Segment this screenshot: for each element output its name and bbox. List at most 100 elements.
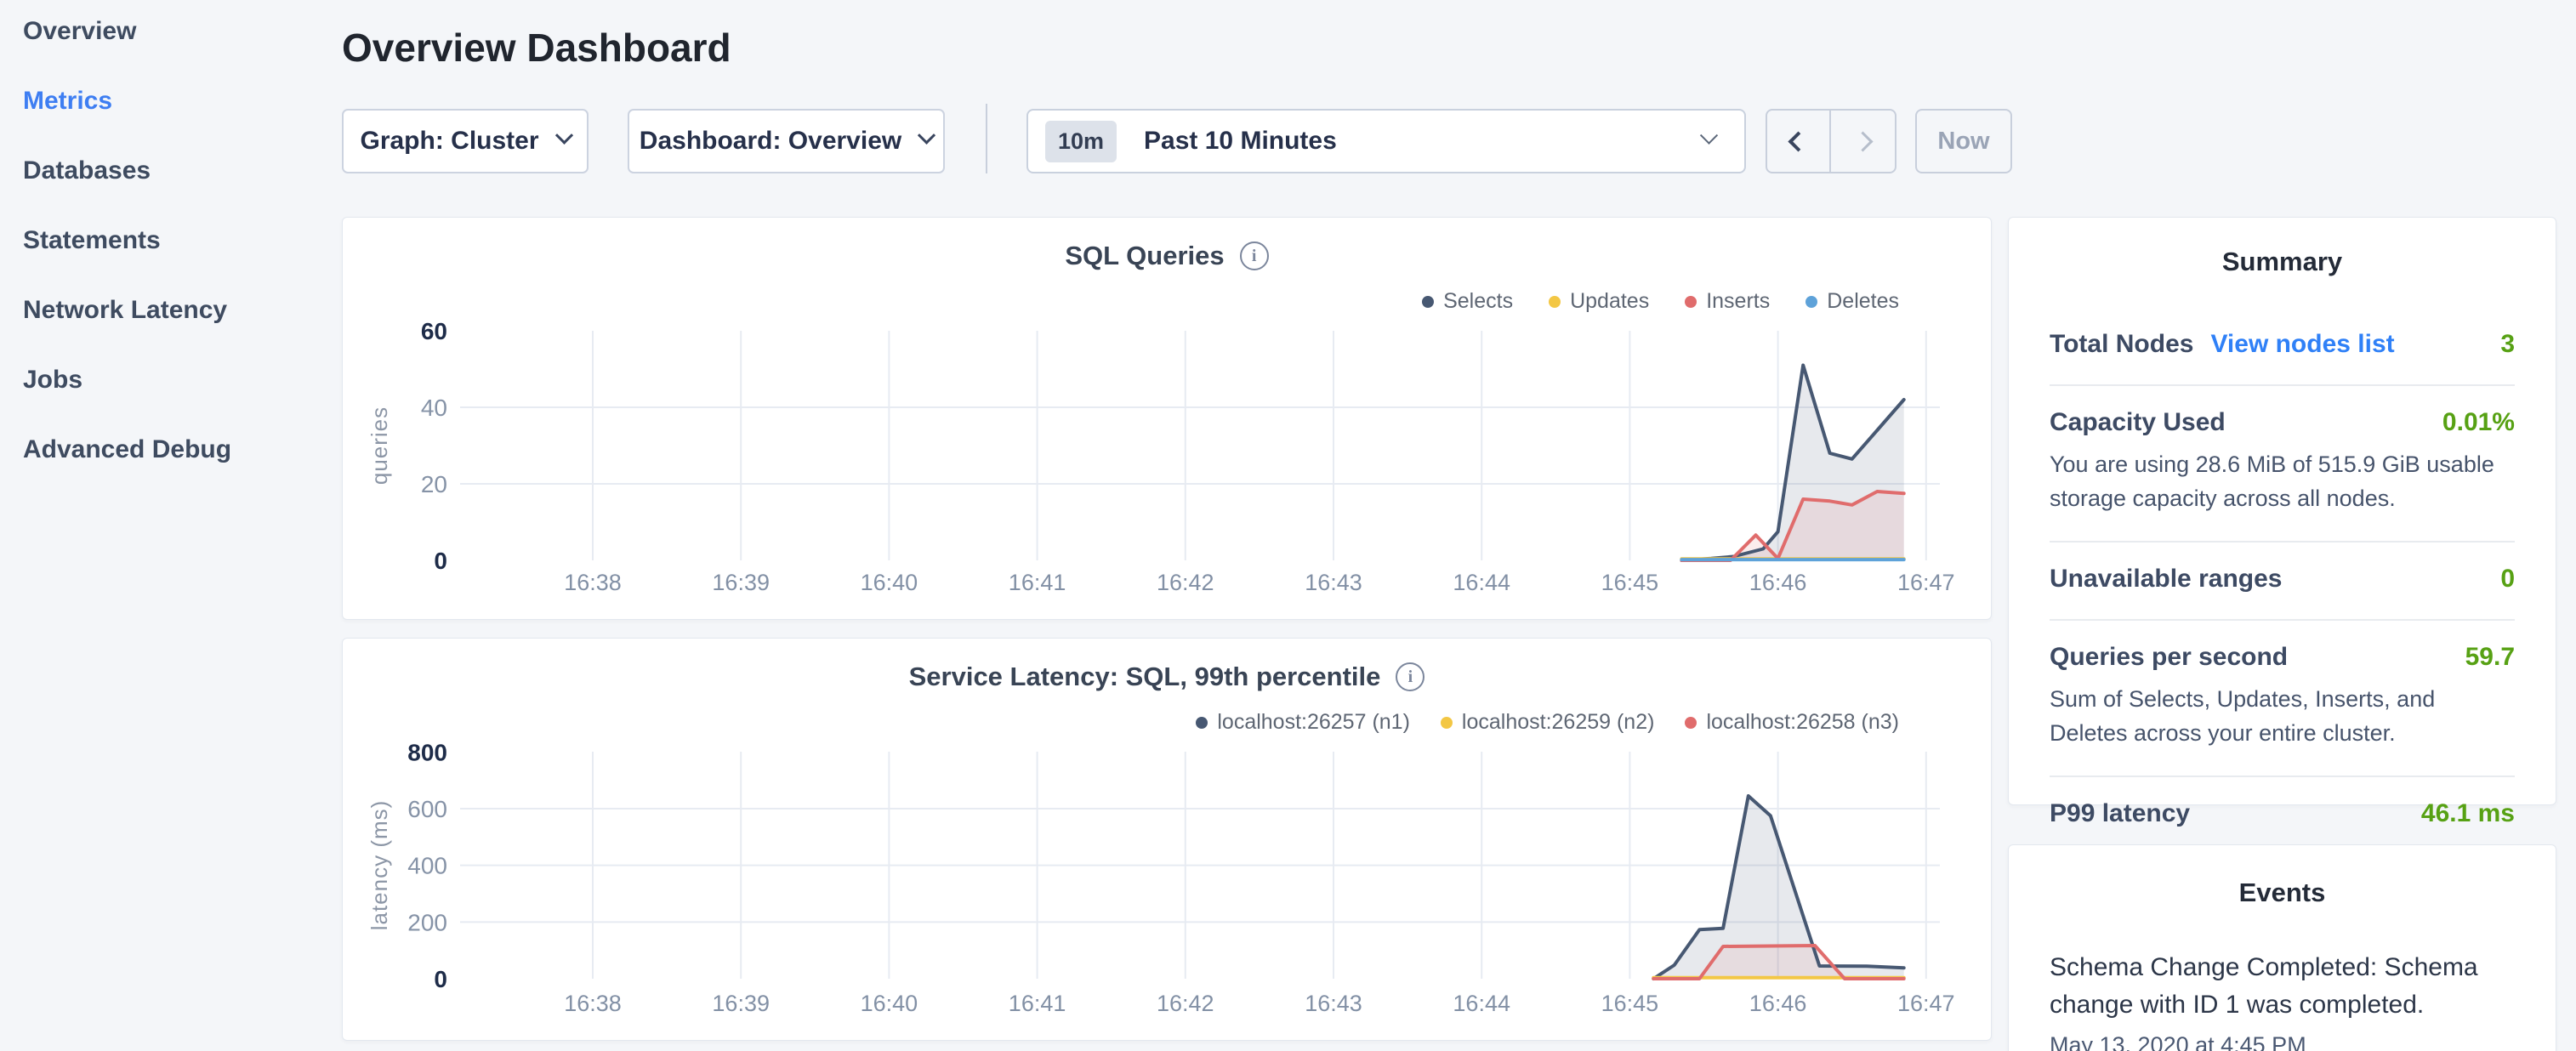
chart-title-row: Service Latency: SQL, 99th percentile i <box>343 662 1991 691</box>
summary-row-label: Unavailable ranges <box>2050 565 2282 594</box>
svg-text:16:43: 16:43 <box>1305 991 1362 1016</box>
svg-text:0: 0 <box>434 966 447 992</box>
legend-dot-icon <box>1685 296 1697 308</box>
svg-text:800: 800 <box>407 739 447 765</box>
legend-dot-icon <box>1441 717 1453 729</box>
summary-row-value: 59.7 <box>2465 643 2515 672</box>
summary-row-main: Unavailable ranges 0 <box>2050 565 2515 594</box>
svg-text:16:40: 16:40 <box>861 991 918 1016</box>
summary-row-description: You are using 28.6 MiB of 515.9 GiB usab… <box>2050 447 2515 515</box>
toolbar-divider <box>986 104 987 173</box>
svg-text:20: 20 <box>421 471 447 497</box>
svg-text:200: 200 <box>407 909 447 935</box>
legend-dot-icon <box>1685 717 1697 729</box>
chart-title-row: SQL Queries i <box>343 241 1991 270</box>
legend-dot-icon <box>1549 296 1561 308</box>
legend-item: localhost:26258 (n3) <box>1685 710 1899 735</box>
legend-item: Deletes <box>1805 289 1899 314</box>
legend-label: localhost:26257 (n1) <box>1217 710 1410 735</box>
legend-item: Updates <box>1549 289 1649 314</box>
summary-rows: Total Nodes View nodes list 3 Capacity U… <box>2050 308 2515 854</box>
legend-dot-icon <box>1422 296 1434 308</box>
svg-text:16:46: 16:46 <box>1749 991 1807 1016</box>
info-icon[interactable]: i <box>1396 662 1424 691</box>
time-range-label: Past 10 Minutes <box>1144 127 1703 156</box>
sql-queries-plot: 020406016:3816:3916:4016:4116:4216:4316:… <box>343 218 1993 621</box>
chart-title: SQL Queries <box>1065 241 1224 270</box>
svg-text:16:42: 16:42 <box>1157 570 1214 595</box>
svg-text:16:42: 16:42 <box>1157 991 1214 1016</box>
summary-row: Capacity Used 0.01% You are using 28.6 M… <box>2050 384 2515 541</box>
svg-text:16:41: 16:41 <box>1009 991 1066 1016</box>
svg-text:16:39: 16:39 <box>712 991 770 1016</box>
sidebar-item[interactable]: Statements <box>23 228 161 253</box>
summary-row: Queries per second 59.7 Sum of Selects, … <box>2050 619 2515 775</box>
svg-text:16:44: 16:44 <box>1453 570 1510 595</box>
svg-text:queries: queries <box>367 406 392 485</box>
sidebar-item[interactable]: Overview <box>23 19 136 44</box>
dashboard-dropdown[interactable]: Dashboard: Overview <box>628 109 945 173</box>
sidebar-item[interactable]: Network Latency <box>23 298 227 323</box>
service-latency-chart-card: 020040060080016:3816:3916:4016:4116:4216… <box>342 638 1992 1041</box>
graph-dropdown-label: Graph: Cluster <box>360 127 538 156</box>
chart-title: Service Latency: SQL, 99th percentile <box>909 662 1381 691</box>
legend-item: localhost:26259 (n2) <box>1441 710 1655 735</box>
svg-text:16:38: 16:38 <box>564 570 622 595</box>
svg-text:16:45: 16:45 <box>1601 570 1659 595</box>
events-title: Events <box>2050 878 2515 908</box>
svg-text:0: 0 <box>434 548 447 574</box>
svg-text:400: 400 <box>407 853 447 879</box>
sidebar-item[interactable]: Jobs <box>23 367 82 393</box>
summary-row: Total Nodes View nodes list 3 <box>2050 308 2515 384</box>
time-range-dropdown[interactable]: 10m Past 10 Minutes <box>1026 109 1746 173</box>
legend-label: localhost:26258 (n3) <box>1706 710 1899 735</box>
summary-row-label: Queries per second <box>2050 643 2288 672</box>
legend-label: Selects <box>1443 289 1513 314</box>
svg-text:latency (ms): latency (ms) <box>367 800 392 931</box>
dashboard-dropdown-label: Dashboard: Overview <box>640 127 901 156</box>
legend-label: Updates <box>1570 289 1649 314</box>
summary-row-main: Capacity Used 0.01% <box>2050 408 2515 437</box>
chevron-right-icon <box>1852 131 1873 151</box>
sidebar-item[interactable]: Advanced Debug <box>23 437 231 463</box>
sidebar-item[interactable]: Metrics <box>23 88 112 114</box>
summary-row: Unavailable ranges 0 <box>2050 541 2515 619</box>
svg-text:16:38: 16:38 <box>564 991 622 1016</box>
events-panel: Events Schema Change Completed: Schema c… <box>2008 844 2556 1051</box>
sql-queries-chart-card: 020406016:3816:3916:4016:4116:4216:4316:… <box>342 217 1992 620</box>
chevron-down-icon <box>918 126 935 144</box>
legend-dot-icon <box>1805 296 1817 308</box>
graph-dropdown[interactable]: Graph: Cluster <box>342 109 589 173</box>
summary-row-value: 3 <box>2500 330 2515 359</box>
svg-text:16:41: 16:41 <box>1009 570 1066 595</box>
time-step-buttons <box>1766 109 1896 173</box>
chart-legend: localhost:26257 (n1) localhost:26259 (n2… <box>1196 710 1899 735</box>
event-item: Schema Change Completed: Schema change w… <box>2050 949 2515 1051</box>
service-latency-plot: 020040060080016:3816:3916:4016:4116:4216… <box>343 639 1993 1042</box>
summary-row: P99 latency 46.1 ms <box>2050 775 2515 854</box>
legend-label: localhost:26259 (n2) <box>1462 710 1655 735</box>
time-range-badge: 10m <box>1045 121 1117 162</box>
legend-item: Selects <box>1422 289 1513 314</box>
summary-panel: Summary Total Nodes View nodes list 3 Ca… <box>2008 217 2556 805</box>
page-title: Overview Dashboard <box>342 27 731 68</box>
now-button[interactable]: Now <box>1915 109 2012 173</box>
legend-label: Inserts <box>1706 289 1770 314</box>
svg-text:16:43: 16:43 <box>1305 570 1362 595</box>
step-back-button[interactable] <box>1767 111 1831 172</box>
event-message: Schema Change Completed: Schema change w… <box>2050 949 2515 1024</box>
summary-row-main: Total Nodes View nodes list 3 <box>2050 330 2515 359</box>
svg-text:16:47: 16:47 <box>1897 991 1955 1016</box>
summary-row-label: P99 latency <box>2050 799 2190 828</box>
info-icon[interactable]: i <box>1240 241 1269 270</box>
chevron-down-icon <box>554 126 572 144</box>
svg-text:16:46: 16:46 <box>1749 570 1807 595</box>
legend-dot-icon <box>1196 717 1208 729</box>
sidebar-item[interactable]: Databases <box>23 158 151 184</box>
svg-text:40: 40 <box>421 395 447 421</box>
svg-text:16:47: 16:47 <box>1897 570 1955 595</box>
svg-text:16:39: 16:39 <box>712 570 770 595</box>
step-forward-button[interactable] <box>1831 111 1895 172</box>
view-nodes-list-link[interactable]: View nodes list <box>2210 330 2394 359</box>
svg-text:16:44: 16:44 <box>1453 991 1510 1016</box>
